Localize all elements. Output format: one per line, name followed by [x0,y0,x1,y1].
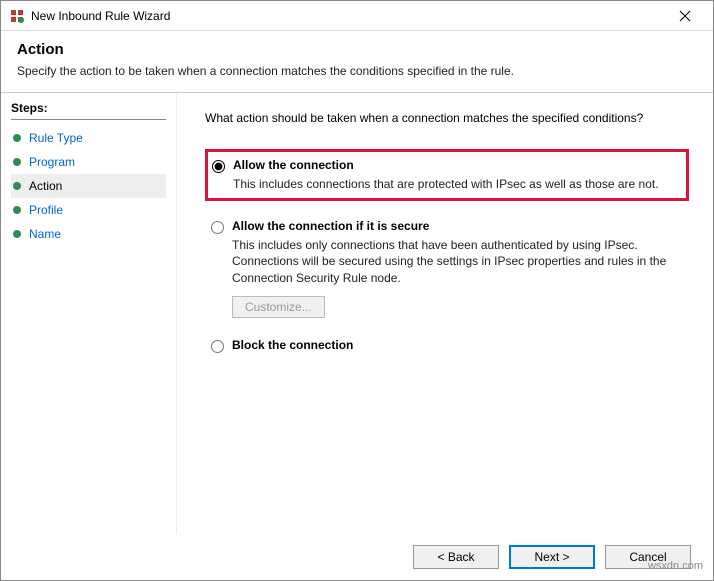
option-allow-the-connection-if-it-is-secure: Allow the connection if it is secure This… [205,211,689,326]
bullet-icon [13,158,21,166]
customize-button: Customize... [232,296,325,318]
next-button[interactable]: Next > [509,545,595,569]
step-label: Name [29,227,61,241]
body: Steps: Rule Type Program Action Profile Name… [1,93,713,534]
watermark: wsxdn.com [648,560,703,572]
page-title: Action [17,41,697,58]
bullet-icon [13,230,21,238]
option-title: Allow the connection if it is secure [232,219,683,233]
bullet-icon [13,182,21,190]
step-item-program[interactable]: Program [11,150,166,174]
action-question: What action should be taken when a conne… [205,111,689,125]
option-title: Block the connection [232,338,683,352]
step-label: Program [29,155,75,169]
footer: < Back Next > Cancel [1,534,713,580]
step-label: Profile [29,203,63,217]
firewall-icon [9,8,25,24]
page-subtitle: Specify the action to be taken when a co… [17,64,697,78]
close-button[interactable] [665,2,705,30]
titlebar: New Inbound Rule Wizard [1,1,713,31]
option-desc: This includes only connections that have… [232,237,683,286]
wizard-window: New Inbound Rule Wizard Action Specify t… [0,0,714,581]
back-button[interactable]: < Back [413,545,499,569]
option-allow-the-connection: Allow the connection This includes connec… [205,149,689,201]
header: Action Specify the action to be taken wh… [1,31,713,93]
option-desc: This includes connections that are prote… [233,176,682,192]
option-title: Allow the connection [233,158,682,172]
step-item-name[interactable]: Name [11,222,166,246]
radio[interactable] [211,221,224,234]
step-label: Action [29,179,62,193]
radio[interactable] [212,160,225,173]
window-title: New Inbound Rule Wizard [31,9,665,23]
content-panel: What action should be taken when a conne… [177,93,713,534]
option-block-the-connection: Block the connection [205,330,689,364]
bullet-icon [13,206,21,214]
steps-panel: Steps: Rule Type Program Action Profile Name [1,93,177,534]
radio[interactable] [211,340,224,353]
step-label: Rule Type [29,131,83,145]
step-item-profile[interactable]: Profile [11,198,166,222]
bullet-icon [13,134,21,142]
step-item-action[interactable]: Action [11,174,166,198]
step-item-rule-type[interactable]: Rule Type [11,126,166,150]
steps-title: Steps: [11,101,166,120]
